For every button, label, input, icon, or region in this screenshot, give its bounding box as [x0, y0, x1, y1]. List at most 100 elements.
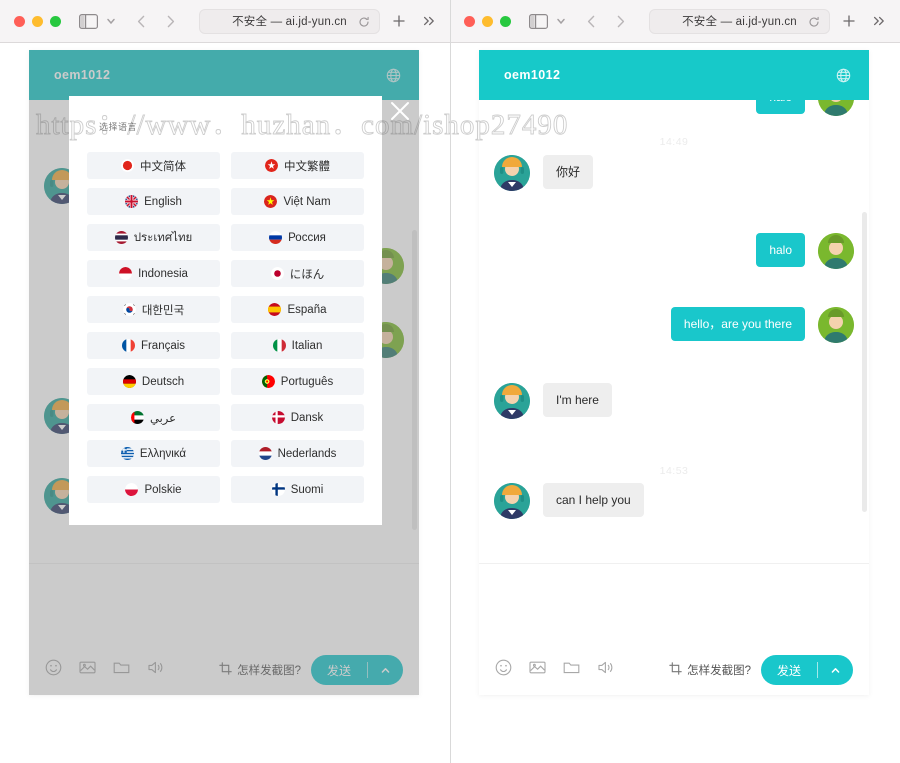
browser-toolbar-right: 不安全 — ai.jd-yun.cn [450, 0, 900, 43]
language-option-id[interactable]: Indonesia [87, 260, 220, 287]
language-option-label: にほん [289, 268, 325, 281]
language-option-cn[interactable]: 中文简体 [87, 152, 220, 179]
language-option-fi[interactable]: Suomi [231, 476, 364, 503]
message-bubble: halo [756, 233, 805, 268]
reload-icon[interactable] [358, 15, 370, 27]
browser-window-left: 不安全 — ai.jd-yun.cn oem1012 怎样发截图? 发送 选择语… [0, 0, 568, 763]
back-arrow-icon[interactable] [585, 14, 598, 29]
language-option-it[interactable]: Italian [231, 332, 364, 359]
language-option-vn[interactable]: Việt Nam [231, 188, 364, 215]
flag-icon-pt [261, 375, 275, 388]
language-option-gb[interactable]: English [87, 188, 220, 215]
language-option-ru[interactable]: Россия [231, 224, 364, 251]
flag-icon-de [122, 375, 136, 388]
list-item: halo [756, 233, 854, 269]
url-text: 不安全 — ai.jd-yun.cn [232, 16, 347, 28]
language-option-label: Ελληνικά [139, 447, 187, 460]
timestamp: 14:49 [659, 136, 689, 148]
url-bar[interactable]: 不安全 — ai.jd-yun.cn [199, 8, 380, 34]
url-text: 不安全 — ai.jd-yun.cn [682, 16, 797, 28]
language-option-es[interactable]: España [231, 296, 364, 323]
maximize-window-button[interactable] [500, 15, 511, 27]
avatar [494, 155, 530, 191]
language-option-tw[interactable]: 中文繁體 [231, 152, 364, 179]
language-option-label: English [144, 195, 182, 208]
chat-widget-right: oem1012 halo 14:49 [479, 50, 869, 695]
language-dialog: 选择语言 中文简体 中文繁體 English Việt Nam ประเทศไทย Рос… [69, 96, 382, 525]
message-input[interactable] [479, 564, 869, 646]
back-arrow-icon[interactable] [135, 14, 148, 29]
double-chevron-icon[interactable] [422, 14, 436, 28]
scrollbar[interactable] [862, 212, 867, 512]
flag-icon-nl [258, 447, 272, 460]
chat-input-area-right: 怎样发截图? 发送 [479, 563, 869, 695]
flag-icon-fr [121, 339, 135, 352]
double-chevron-icon[interactable] [872, 14, 886, 28]
language-option-fr[interactable]: Français [87, 332, 220, 359]
language-option-label: Italian [291, 339, 323, 352]
language-option-label: Deutsch [141, 375, 185, 388]
chat-scroll-right[interactable]: halo 14:49 你好 halo [479, 100, 869, 563]
flag-icon-jp [270, 267, 284, 280]
message-bubble: can I help you [543, 483, 644, 518]
chat-title: oem1012 [504, 68, 561, 82]
maximize-window-button[interactable] [50, 15, 61, 27]
language-option-th[interactable]: ประเทศไทย [87, 224, 220, 251]
language-option-dk[interactable]: Dansk [231, 404, 364, 431]
language-option-de[interactable]: Deutsch [87, 368, 220, 395]
chat-toolbar-right: 怎样发截图? 发送 [479, 645, 869, 695]
language-option-jp[interactable]: にほん [231, 260, 364, 287]
url-bar[interactable]: 不安全 — ai.jd-yun.cn [649, 8, 830, 34]
flag-icon-ru [269, 231, 283, 244]
language-option-pt[interactable]: Português [231, 368, 364, 395]
chevron-down-icon[interactable] [105, 15, 117, 27]
language-option-label: Россия [288, 231, 326, 244]
flag-icon-pl [125, 483, 139, 496]
language-option-label: عربي [150, 412, 176, 425]
sidebar-icon[interactable] [79, 13, 98, 29]
language-dialog-title: 选择语言 [99, 122, 138, 132]
minimize-window-button[interactable] [482, 15, 493, 27]
flag-icon-es [268, 303, 282, 316]
forward-arrow-icon[interactable] [164, 14, 177, 29]
traffic-lights-right[interactable] [464, 15, 511, 27]
chevron-up-icon[interactable] [818, 665, 853, 676]
message-bubble: hello，are you there [670, 307, 805, 342]
sound-icon[interactable] [597, 659, 614, 681]
message-bubble: halo [756, 100, 805, 115]
language-option-kr[interactable]: 대한민국 [87, 296, 220, 323]
close-window-button[interactable] [464, 15, 475, 27]
nav-arrows[interactable] [585, 14, 627, 29]
new-tab-button[interactable] [392, 14, 406, 28]
minimize-window-button[interactable] [32, 15, 43, 27]
page-body-left: oem1012 · [0, 43, 450, 763]
language-option-gr[interactable]: Ελληνικά [87, 440, 220, 467]
folder-icon[interactable] [563, 659, 580, 681]
nav-arrows[interactable] [135, 14, 177, 29]
send-button[interactable]: 发送 [761, 662, 817, 679]
traffic-lights-left[interactable] [14, 15, 61, 27]
globe-icon[interactable] [836, 68, 851, 83]
list-item: 你好 [494, 155, 594, 191]
new-tab-button[interactable] [842, 14, 856, 28]
crop-icon [669, 662, 682, 678]
screenshot-hint[interactable]: 怎样发截图? [669, 662, 751, 678]
forward-arrow-icon[interactable] [614, 14, 627, 29]
close-window-button[interactable] [14, 15, 25, 27]
emoji-icon[interactable] [495, 659, 512, 681]
language-option-label: Nederlands [277, 447, 337, 460]
language-option-label: Indonesia [138, 267, 188, 280]
image-icon[interactable] [529, 659, 546, 681]
chevron-down-icon[interactable] [555, 15, 567, 27]
flag-icon-th [114, 231, 128, 244]
send-button-group[interactable]: 发送 [760, 655, 853, 685]
language-option-pl[interactable]: Polskie [87, 476, 220, 503]
window-divider [450, 0, 451, 763]
language-option-nl[interactable]: Nederlands [231, 440, 364, 467]
close-icon[interactable] [387, 98, 413, 124]
language-option-label: Polskie [144, 483, 182, 496]
language-option-ae[interactable]: عربي [87, 404, 220, 431]
reload-icon[interactable] [808, 15, 820, 27]
sidebar-icon[interactable] [529, 13, 548, 29]
flag-icon-ae [131, 411, 144, 424]
